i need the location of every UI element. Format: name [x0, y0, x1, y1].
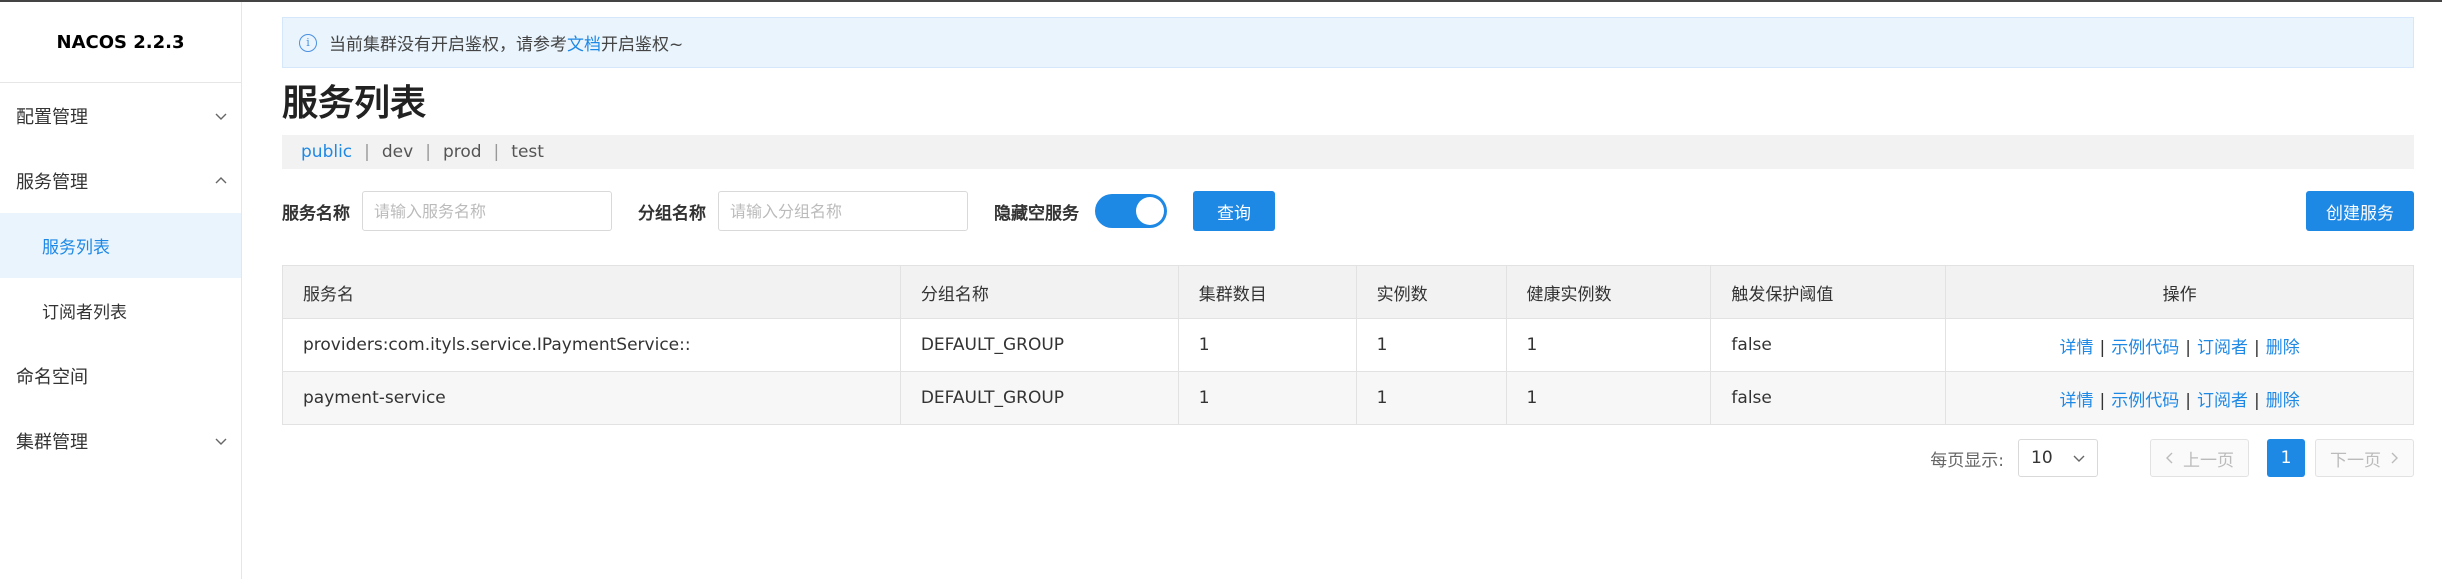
- page-title: 服务列表: [282, 83, 427, 124]
- group-name-label: 分组名称: [638, 203, 706, 224]
- subscribers-link[interactable]: 订阅者: [2197, 338, 2248, 358]
- sidebar-item-cluster-management[interactable]: 集群管理: [0, 408, 241, 473]
- cell-instance-count: 1: [1355, 371, 1507, 425]
- cell-operations: 详情 | 示例代码 | 订阅者 | 删除: [1945, 318, 2414, 372]
- chevron-down-icon: [215, 113, 227, 120]
- sidebar-item-namespace[interactable]: 命名空间: [0, 343, 241, 408]
- header-instance-count[interactable]: 实例数: [1355, 265, 1507, 319]
- sidebar-item-label: 服务列表: [42, 238, 110, 258]
- namespace-separator: |: [493, 142, 500, 162]
- table-row: payment-service DEFAULT_GROUP 1 1 1 fals…: [282, 371, 2414, 425]
- header-protect-threshold[interactable]: 触发保护阈值: [1710, 265, 1947, 319]
- cell-instance-count: 1: [1355, 318, 1507, 372]
- auth-notice: i 当前集群没有开启鉴权，请参考 文档 开启鉴权~: [282, 17, 2414, 68]
- hide-empty-toggle[interactable]: [1095, 194, 1167, 228]
- service-name-input[interactable]: [362, 191, 612, 231]
- action-separator: |: [2099, 337, 2106, 358]
- chevron-up-icon: [215, 176, 227, 183]
- sidebar-item-label: 命名空间: [16, 366, 88, 388]
- delete-link[interactable]: 删除: [2266, 338, 2300, 358]
- cell-protect-threshold: false: [1710, 318, 1947, 372]
- sidebar-item-service-list[interactable]: 服务列表: [0, 213, 241, 278]
- service-table: 服务名 分组名称 集群数目 实例数 健康实例数 触发保护阈值 操作 provid…: [282, 265, 2414, 425]
- cell-group-name: DEFAULT_GROUP: [899, 371, 1179, 425]
- action-separator: |: [2254, 337, 2260, 358]
- notice-doc-link[interactable]: 文档: [567, 30, 601, 55]
- namespace-separator: |: [364, 142, 370, 162]
- namespace-public[interactable]: public: [301, 142, 352, 162]
- prev-page-label: 上一页: [2183, 450, 2234, 471]
- hide-empty-label: 隐藏空服务: [994, 203, 1079, 224]
- page-size-select[interactable]: 10: [2018, 439, 2098, 477]
- sidebar-item-label: 配置管理: [16, 106, 88, 128]
- chevron-left-icon: [2166, 452, 2173, 464]
- notice-prefix: 当前集群没有开启鉴权，请参考: [329, 35, 567, 55]
- sidebar-item-label: 服务管理: [16, 171, 88, 193]
- info-icon: i: [299, 33, 317, 52]
- namespace-dev[interactable]: dev: [382, 142, 413, 162]
- page-size-value: 10: [2031, 448, 2053, 468]
- next-page-button[interactable]: 下一页: [2315, 439, 2414, 477]
- action-separator: |: [2185, 390, 2191, 411]
- search-form: 服务名称 分组名称 隐藏空服务 查询 创建服务: [282, 189, 2414, 233]
- action-separator: |: [2099, 390, 2106, 411]
- group-name-input[interactable]: [718, 191, 968, 231]
- header-group-name[interactable]: 分组名称: [899, 265, 1179, 319]
- top-border: [0, 0, 2442, 2]
- page-number-current[interactable]: 1: [2267, 439, 2305, 477]
- action-separator: |: [2185, 337, 2191, 358]
- cell-healthy-instance-count: 1: [1505, 371, 1712, 425]
- cell-cluster-count: 1: [1177, 371, 1357, 425]
- action-separator: |: [2254, 390, 2260, 411]
- details-link[interactable]: 详情: [2060, 338, 2094, 358]
- chevron-right-icon: [2391, 452, 2398, 464]
- table-row: providers:com.ityls.service.IPaymentServ…: [282, 318, 2414, 372]
- cell-protect-threshold: false: [1710, 371, 1947, 425]
- subscribers-link[interactable]: 订阅者: [2197, 391, 2248, 411]
- app-logo: NACOS 2.2.3: [0, 2, 241, 83]
- sample-code-link[interactable]: 示例代码: [2111, 338, 2179, 358]
- cell-service-name: payment-service: [282, 371, 901, 425]
- sidebar-item-label: 订阅者列表: [42, 303, 127, 323]
- chevron-down-icon: [215, 438, 227, 445]
- pagination: 每页显示: 10 上一页 1 下一页: [282, 438, 2414, 478]
- toggle-knob: [1136, 197, 1164, 225]
- sidebar-item-service-management[interactable]: 服务管理: [0, 148, 241, 213]
- cell-cluster-count: 1: [1177, 318, 1357, 372]
- sidebar-item-config-management[interactable]: 配置管理: [0, 83, 241, 148]
- sidebar: NACOS 2.2.3 配置管理 服务管理 服务列表 订阅者列表 命名空间 集群…: [0, 2, 242, 579]
- cell-group-name: DEFAULT_GROUP: [899, 318, 1179, 372]
- page-size-label: 每页显示:: [1930, 450, 2004, 471]
- namespace-bar: public | dev | prod | test: [282, 135, 2414, 169]
- sidebar-item-label: 集群管理: [16, 431, 88, 453]
- cell-operations: 详情 | 示例代码 | 订阅者 | 删除: [1945, 371, 2414, 425]
- details-link[interactable]: 详情: [2060, 391, 2094, 411]
- service-name-label: 服务名称: [282, 203, 350, 224]
- header-operations: 操作: [1945, 265, 2414, 319]
- header-service-name[interactable]: 服务名: [282, 265, 901, 319]
- prev-page-button[interactable]: 上一页: [2150, 439, 2249, 477]
- sidebar-item-subscriber-list[interactable]: 订阅者列表: [0, 278, 241, 343]
- main-content: i 当前集群没有开启鉴权，请参考 文档 开启鉴权~ 服务列表 public | de…: [282, 17, 2414, 478]
- chevron-down-icon: [2073, 455, 2085, 462]
- sample-code-link[interactable]: 示例代码: [2111, 391, 2179, 411]
- cell-healthy-instance-count: 1: [1505, 318, 1712, 372]
- namespace-separator: |: [425, 142, 431, 162]
- next-page-label: 下一页: [2330, 450, 2381, 471]
- table-header-row: 服务名 分组名称 集群数目 实例数 健康实例数 触发保护阈值 操作: [282, 265, 2414, 319]
- header-cluster-count[interactable]: 集群数目: [1177, 265, 1357, 319]
- namespace-prod[interactable]: prod: [443, 142, 482, 162]
- delete-link[interactable]: 删除: [2266, 391, 2300, 411]
- create-service-button[interactable]: 创建服务: [2306, 191, 2414, 231]
- notice-suffix: 开启鉴权~: [601, 35, 684, 55]
- query-button[interactable]: 查询: [1193, 191, 1275, 231]
- namespace-test[interactable]: test: [511, 142, 544, 162]
- header-healthy-instance-count[interactable]: 健康实例数: [1505, 265, 1712, 319]
- cell-service-name: providers:com.ityls.service.IPaymentServ…: [282, 318, 901, 372]
